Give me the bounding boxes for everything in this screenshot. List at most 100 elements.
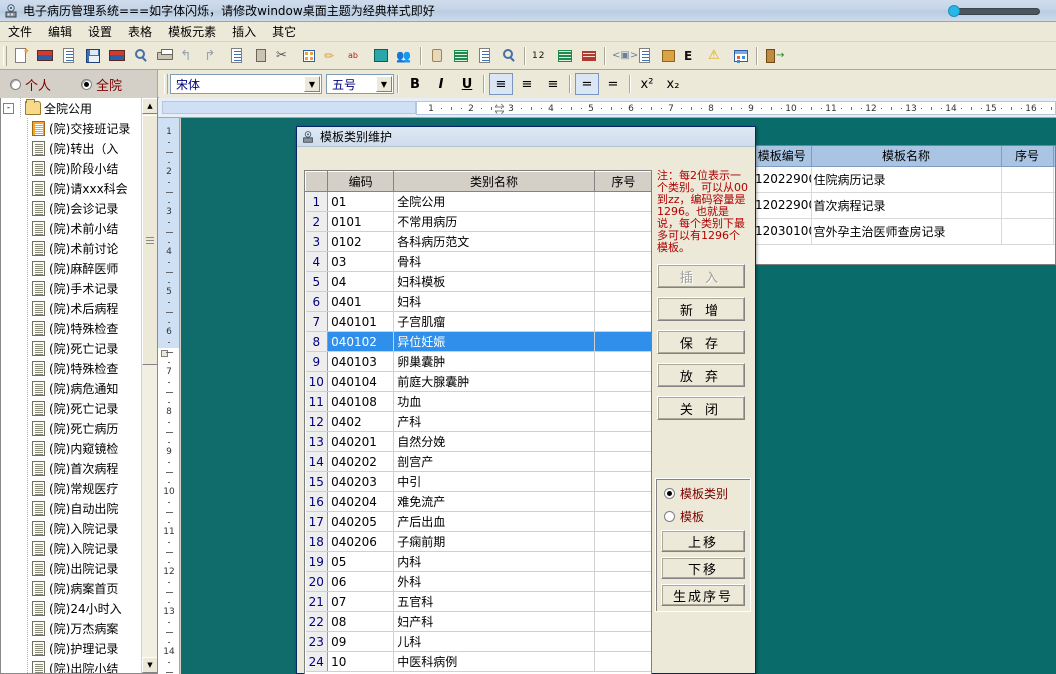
chevron-down-icon[interactable]: ▼ (376, 76, 392, 92)
cell-code[interactable]: 040206 (328, 532, 394, 552)
tree-item[interactable]: (院)病案首页 (1, 578, 141, 598)
cell-sequence[interactable] (594, 312, 652, 332)
tree-expander-icon[interactable]: - (3, 103, 14, 114)
cell-sequence[interactable] (594, 472, 652, 492)
green-table-icon[interactable] (554, 45, 576, 67)
table-row[interactable]: 403骨科 (306, 252, 653, 272)
table-row[interactable]: 504妇科模板 (306, 272, 653, 292)
align-center-button[interactable]: ≡ (515, 73, 539, 95)
cell-code[interactable]: 040108 (328, 392, 394, 412)
group-users-icon[interactable]: 👥 (394, 45, 416, 67)
new-document-icon[interactable]: ✦ (10, 45, 32, 67)
toolbar-grip[interactable] (3, 46, 7, 66)
cell-template-name[interactable]: 首次病程记录 (811, 192, 1001, 218)
cell-sequence[interactable] (594, 532, 652, 552)
line-double-button[interactable]: = (575, 73, 599, 95)
warning-icon[interactable]: ⚠ (706, 45, 728, 67)
list-item[interactable]: 12030100宫外孕主治医师查房记录 (753, 218, 1056, 244)
cell-category-name[interactable]: 妇产科 (394, 612, 595, 632)
cell-code[interactable]: 09 (328, 632, 394, 652)
dialog-button[interactable]: 关 闭 (657, 396, 745, 420)
tree-item[interactable]: (院)常规医疗 (1, 478, 141, 498)
slider-knob[interactable] (948, 5, 960, 17)
copy-icon[interactable] (226, 45, 248, 67)
table-row[interactable]: 7040101子宫肌瘤 (306, 312, 653, 332)
page-properties-icon[interactable] (634, 45, 656, 67)
cell-category-name[interactable]: 五官科 (394, 592, 595, 612)
cell-sequence[interactable] (594, 572, 652, 592)
tree-item[interactable]: (院)术前小结 (1, 218, 141, 238)
tree-item[interactable]: (院)麻醉医师 (1, 258, 141, 278)
font-size-combo[interactable]: 五号 ▼ (326, 74, 394, 94)
cell-sequence[interactable] (594, 412, 652, 432)
move-down-button[interactable]: 下移 (661, 557, 745, 579)
redo-icon[interactable]: ↱ (202, 45, 224, 67)
column-header-template-seq[interactable]: 序号 (1001, 146, 1053, 166)
table-row[interactable]: 17040205产后出血 (306, 512, 653, 532)
column-header-template-id[interactable]: 模板编号 (753, 146, 811, 166)
menu-item-file[interactable]: 文件 (0, 21, 40, 42)
italic-button[interactable]: I (429, 73, 453, 95)
tree-item[interactable]: (院)特殊检查 (1, 318, 141, 338)
table-row[interactable]: 60401妇科 (306, 292, 653, 312)
tree-item[interactable]: (院)会诊记录 (1, 198, 141, 218)
cell-sequence[interactable] (594, 332, 652, 352)
menu-item-table[interactable]: 表格 (120, 21, 160, 42)
table-row[interactable]: 101全院公用 (306, 192, 653, 212)
cell-sequence[interactable] (594, 372, 652, 392)
tree-item[interactable]: (院)万杰病案 (1, 618, 141, 638)
cell-sequence[interactable] (594, 192, 652, 212)
bold-button[interactable]: B (403, 73, 427, 95)
cell-code[interactable]: 040102 (328, 332, 394, 352)
table-row[interactable]: 11040108功血 (306, 392, 653, 412)
cell-category-name[interactable]: 骨科 (394, 252, 595, 272)
tree-item[interactable]: (院)入院记录 (1, 518, 141, 538)
radio-hospital[interactable]: 全院 (81, 75, 122, 94)
scrollbar-thumb[interactable] (142, 115, 158, 365)
cell-code[interactable]: 0102 (328, 232, 394, 252)
cell-code[interactable]: 08 (328, 612, 394, 632)
table-row[interactable]: 20101不常用病历 (306, 212, 653, 232)
cell-code[interactable]: 04 (328, 272, 394, 292)
category-grid-wrapper[interactable]: 编码 类别名称 序号 101全院公用20101不常用病历30102各科病历范文4… (304, 170, 652, 674)
menu-item-edit[interactable]: 编辑 (40, 21, 80, 42)
scroll-document-icon[interactable] (426, 45, 448, 67)
cell-code[interactable]: 03 (328, 252, 394, 272)
tree-item[interactable]: (院)交接班记录 (1, 118, 141, 138)
tree-item[interactable]: (院)术后病程 (1, 298, 141, 318)
cell-code[interactable]: 040202 (328, 452, 394, 472)
print-icon[interactable] (154, 45, 176, 67)
indent-marker[interactable] (495, 102, 504, 115)
cell-template-id[interactable]: 12030100 (753, 218, 811, 244)
cell-category-name[interactable]: 儿科 (394, 632, 595, 652)
undo-icon[interactable]: ↰ (178, 45, 200, 67)
table-row[interactable]: 2410中医科病例 (306, 652, 653, 672)
exit-icon[interactable] (762, 45, 784, 67)
format-toolbar-grip[interactable] (164, 74, 168, 94)
align-left-button[interactable]: ≡ (489, 73, 513, 95)
cell-category-name[interactable]: 妇科 (394, 292, 595, 312)
table-row[interactable]: 16040204难免流产 (306, 492, 653, 512)
cell-category-name[interactable]: 中引 (394, 472, 595, 492)
list-item[interactable]: 12022900住院病历记录 (753, 166, 1056, 192)
cell-sequence[interactable] (594, 252, 652, 272)
dialog-button[interactable]: 放 弃 (657, 363, 745, 387)
cell-category-name[interactable]: 产科 (394, 412, 595, 432)
format-e-icon[interactable]: E (682, 45, 704, 67)
menu-item-insert[interactable]: 插入 (224, 21, 264, 42)
tree-item[interactable]: (院)首次病程 (1, 458, 141, 478)
cell-category-name[interactable]: 子痫前期 (394, 532, 595, 552)
cell-category-name[interactable]: 前庭大腺囊肿 (394, 372, 595, 392)
radio-template-category[interactable]: 模板类别 (664, 485, 750, 502)
cell-category-name[interactable]: 子宫肌瘤 (394, 312, 595, 332)
column-header-code[interactable]: 编码 (328, 172, 394, 192)
cell-code[interactable]: 0402 (328, 412, 394, 432)
open-book-icon[interactable] (34, 45, 56, 67)
subscript-button[interactable]: x₂ (661, 73, 685, 95)
tree-item[interactable]: (院)出院小结 (1, 658, 141, 673)
table-row[interactable]: 18040206子痫前期 (306, 532, 653, 552)
tree-item[interactable]: (院)内窥镜检 (1, 438, 141, 458)
cell-sequence[interactable] (594, 452, 652, 472)
superscript-button[interactable]: x² (635, 73, 659, 95)
table-row[interactable]: 13040201自然分娩 (306, 432, 653, 452)
